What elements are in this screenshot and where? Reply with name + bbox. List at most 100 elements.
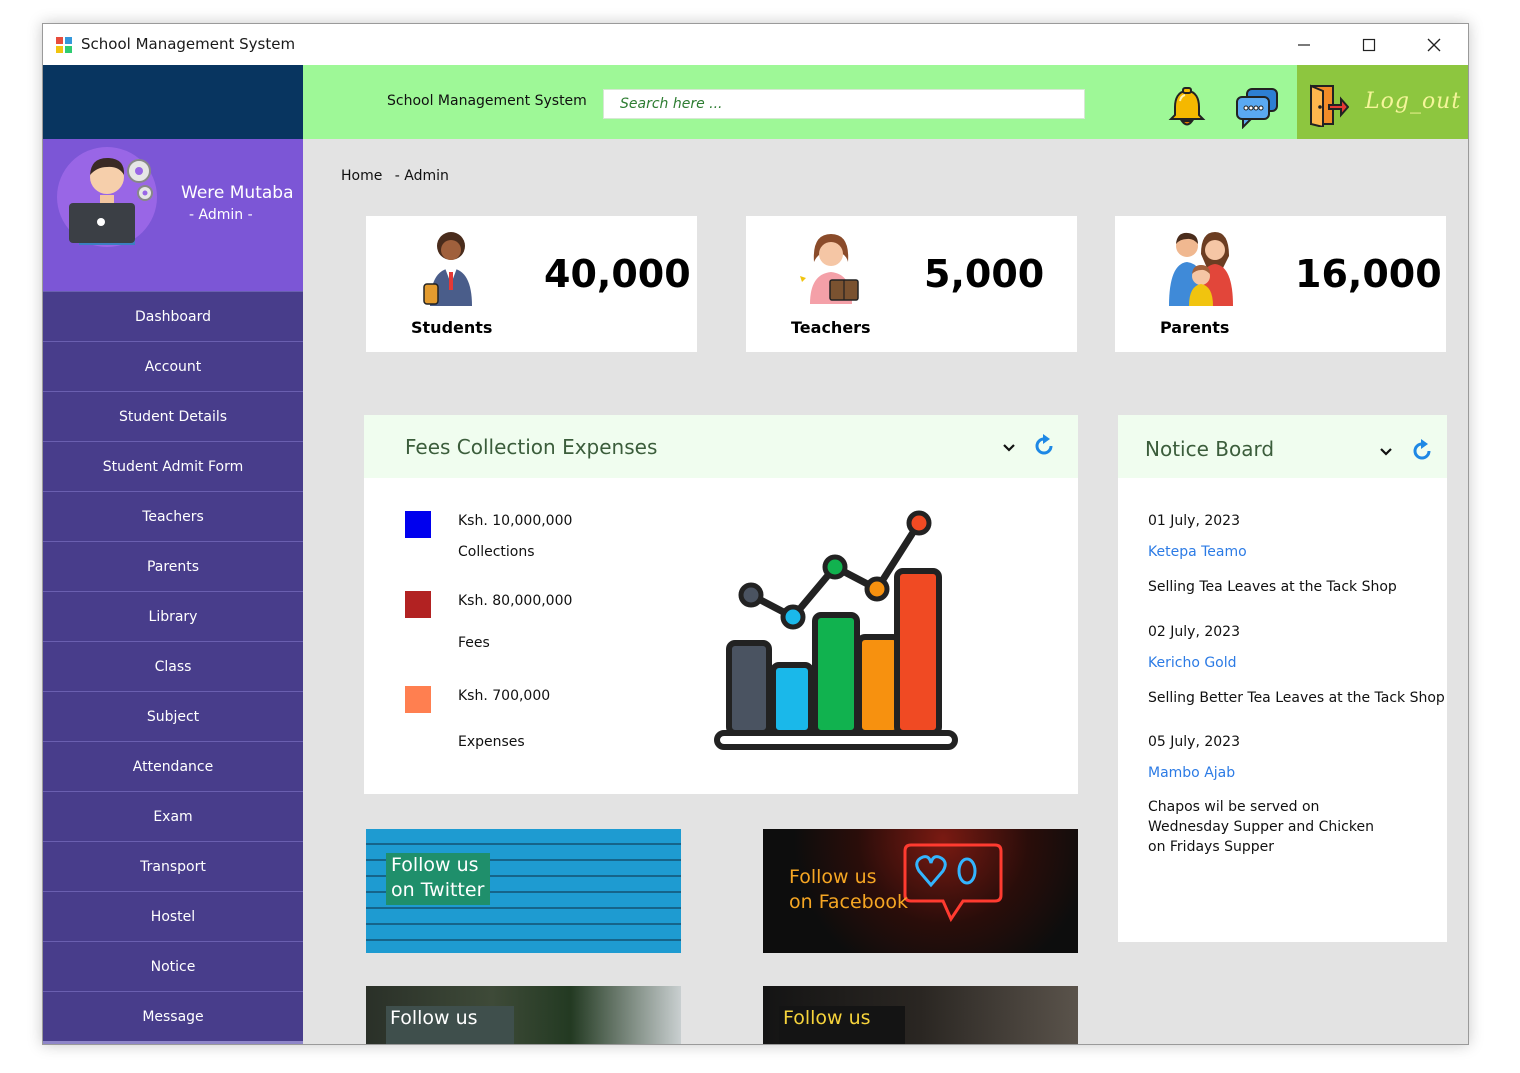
social-line: on Facebook xyxy=(789,891,908,913)
minimize-button[interactable] xyxy=(1272,24,1336,65)
legend-amount-expenses: Ksh. 700,000 xyxy=(458,688,551,704)
sidebar-header xyxy=(43,65,303,139)
sidebar-item-student-details[interactable]: Student Details xyxy=(43,391,303,441)
title-bar: School Management System xyxy=(43,24,1468,65)
stat-label-parents: Parents xyxy=(1160,318,1230,337)
stat-label-students: Students xyxy=(411,318,493,337)
user-role: - Admin - xyxy=(189,207,253,223)
sidebar-overflow xyxy=(43,1041,303,1044)
app-window: School Management System School Manageme… xyxy=(42,23,1469,1045)
refresh-icon[interactable] xyxy=(1032,434,1056,458)
notice-board-header: Notice Board xyxy=(1118,415,1447,478)
stat-label-teachers: Teachers xyxy=(791,318,871,337)
sidebar-item-parents[interactable]: Parents xyxy=(43,541,303,591)
twitter-follow-tile[interactable]: Follow us on Twitter xyxy=(366,829,681,953)
stat-card-teachers[interactable]: 5,000 Teachers xyxy=(746,216,1077,352)
sidebar-item-exam[interactable]: Exam xyxy=(43,791,303,841)
sidebar-item-teachers[interactable]: Teachers xyxy=(43,491,303,541)
student-icon xyxy=(423,232,472,306)
fees-panel-header: Fees Collection Expenses xyxy=(364,415,1078,478)
legend-label-expenses: Expenses xyxy=(458,734,525,750)
legend-label-fees: Fees xyxy=(458,635,490,651)
sidebar-item-dashboard[interactable]: Dashboard xyxy=(43,291,303,341)
social-line: Follow us xyxy=(391,854,479,876)
sidebar-item-class[interactable]: Class xyxy=(43,641,303,691)
legend-swatch-fees xyxy=(405,591,431,618)
close-button[interactable] xyxy=(1402,24,1466,65)
chevron-down-icon[interactable] xyxy=(999,437,1019,457)
sidebar-nav: Dashboard Account Student Details Studen… xyxy=(43,291,303,1044)
like-neon-icon xyxy=(903,843,1003,923)
sidebar-item-subject[interactable]: Subject xyxy=(43,691,303,741)
notice-body-line: on Fridays Supper xyxy=(1148,839,1274,855)
social-line: Follow us xyxy=(390,1007,478,1029)
stat-value-teachers: 5,000 xyxy=(924,252,1045,296)
parents-icon xyxy=(1169,232,1233,306)
notice-author[interactable]: Mambo Ajab xyxy=(1148,765,1235,781)
sidebar-item-hostel[interactable]: Hostel xyxy=(43,891,303,941)
logout-button[interactable]: Log_out xyxy=(1297,65,1468,139)
notice-board-panel: Notice Board 01 July, 2023 Ketepa Teamo … xyxy=(1118,415,1447,942)
app-icon xyxy=(56,37,72,53)
stat-value-parents: 16,000 xyxy=(1295,252,1442,296)
social-line: Follow us xyxy=(783,1007,871,1029)
chat-icon[interactable] xyxy=(1235,87,1279,129)
sidebar-item-attendance[interactable]: Attendance xyxy=(43,741,303,791)
notice-author[interactable]: Ketepa Teamo xyxy=(1148,544,1247,560)
stat-card-parents[interactable]: 16,000 Parents xyxy=(1115,216,1446,352)
sidebar-item-library[interactable]: Library xyxy=(43,591,303,641)
search-input[interactable] xyxy=(603,89,1085,119)
legend-label-collections: Collections xyxy=(458,544,535,560)
refresh-icon[interactable] xyxy=(1410,439,1434,463)
chevron-down-icon[interactable] xyxy=(1376,441,1396,461)
logout-label: Log_out xyxy=(1365,89,1462,114)
legend-amount-fees: Ksh. 80,000,000 xyxy=(458,593,573,609)
topbar-title: School Management System xyxy=(387,93,587,109)
notice-board-title: Notice Board xyxy=(1145,437,1275,461)
sidebar-item-transport[interactable]: Transport xyxy=(43,841,303,891)
instagram-follow-label: Follow us xyxy=(386,1006,514,1044)
fees-panel: Fees Collection Expenses Ksh. 10,000,000… xyxy=(364,415,1078,794)
social-line: Follow us xyxy=(789,866,877,888)
stat-card-students[interactable]: 40,000 Students xyxy=(366,216,697,352)
sidebar-item-notice[interactable]: Notice xyxy=(43,941,303,991)
notice-body: Chapos wil be served on Wednesday Supper… xyxy=(1148,797,1448,857)
notice-date: 05 July, 2023 xyxy=(1148,734,1240,750)
legend-amount-collections: Ksh. 10,000,000 xyxy=(458,513,573,529)
fees-panel-title: Fees Collection Expenses xyxy=(405,435,658,459)
notice-author[interactable]: Kericho Gold xyxy=(1148,655,1237,671)
maximize-icon xyxy=(1362,38,1376,51)
notice-body: Selling Better Tea Leaves at the Tack Sh… xyxy=(1148,690,1445,706)
legend-swatch-expenses xyxy=(405,686,431,713)
bar-chart-illustration-icon xyxy=(714,510,958,750)
legend-swatch-collections xyxy=(405,511,431,538)
breadcrumb: Home - Admin xyxy=(341,168,457,184)
minimize-icon xyxy=(1298,43,1310,46)
notice-date: 01 July, 2023 xyxy=(1148,513,1240,529)
twitter-follow-label: Follow us on Twitter xyxy=(386,853,491,905)
maximize-button[interactable] xyxy=(1337,24,1401,65)
social-line: on Twitter xyxy=(391,879,485,901)
avatar xyxy=(57,147,157,247)
window-title: School Management System xyxy=(81,35,296,53)
main-content: Home - Admin 40,000 Students 5,000 Teach… xyxy=(303,139,1468,1044)
notice-body: Selling Tea Leaves at the Tack Shop xyxy=(1148,579,1397,595)
notice-date: 02 July, 2023 xyxy=(1148,624,1240,640)
instagram-follow-tile[interactable]: Follow us xyxy=(366,986,681,1044)
stat-value-students: 40,000 xyxy=(544,252,691,296)
top-bar: School Management System xyxy=(303,65,1297,139)
facebook-follow-label: Follow us on Facebook xyxy=(789,865,908,915)
linkedin-follow-tile[interactable]: Follow us xyxy=(763,986,1078,1044)
sidebar-item-account[interactable]: Account xyxy=(43,341,303,391)
notice-body-line: Wednesday Supper and Chicken xyxy=(1148,819,1374,835)
close-icon xyxy=(1427,38,1441,51)
sidebar-item-student-admit-form[interactable]: Student Admit Form xyxy=(43,441,303,491)
bell-icon[interactable] xyxy=(1167,87,1207,129)
linkedin-follow-label: Follow us xyxy=(779,1006,905,1044)
logout-door-icon xyxy=(1310,84,1349,127)
notice-body-line: Chapos wil be served on xyxy=(1148,799,1320,815)
breadcrumb-home[interactable]: Home xyxy=(341,168,382,184)
profile-card: Were Mutaba - Admin - xyxy=(43,139,303,291)
facebook-follow-tile[interactable]: Follow us on Facebook xyxy=(763,829,1078,953)
sidebar-item-message[interactable]: Message xyxy=(43,991,303,1041)
